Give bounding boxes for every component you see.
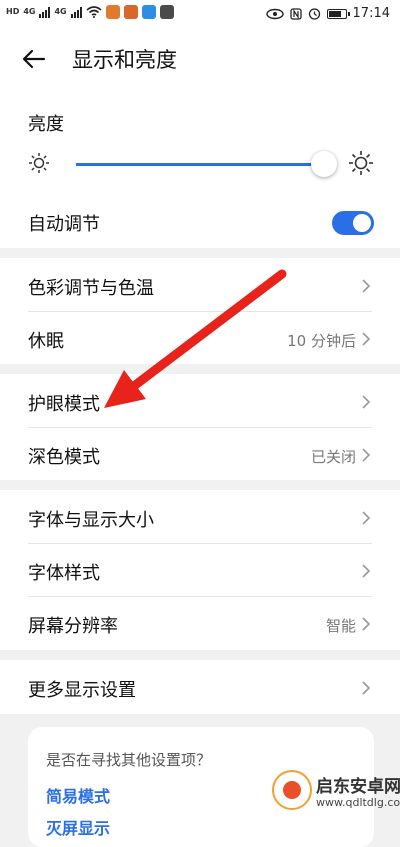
simple-mode-link[interactable]: 简易模式 <box>46 783 110 807</box>
nfc-icon <box>289 7 302 20</box>
eye-dark-card: 护眼模式 深色模式 已关闭 <box>0 374 400 480</box>
eye-comfort-label: 护眼模式 <box>28 394 100 415</box>
dark-mode-row[interactable]: 深色模式 已关闭 <box>0 427 400 483</box>
font-style-row[interactable]: 字体样式 <box>0 543 400 599</box>
watermark-title: 启东安卓网 <box>316 777 400 797</box>
more-display-settings-row[interactable]: 更多显示设置 <box>0 660 400 716</box>
color-sleep-card: 色彩调节与色温 休眠 10 分钟后 <box>0 258 400 364</box>
dark-mode-label: 深色模式 <box>28 447 100 468</box>
more-display-settings-label: 更多显示设置 <box>28 680 136 701</box>
battery-icon <box>326 8 350 19</box>
chevron-right-icon <box>362 279 371 293</box>
bell-app-icon <box>105 5 120 19</box>
brightness-slider-fill <box>76 163 324 166</box>
font-display-size-row[interactable]: 字体与显示大小 <box>0 490 400 546</box>
back-arrow-icon <box>22 49 46 69</box>
chevron-right-icon <box>362 511 371 525</box>
toggle-knob <box>353 214 371 232</box>
signal-icon <box>39 6 51 18</box>
eye-comfort-row[interactable]: 护眼模式 <box>0 374 400 430</box>
status-left: HD 4G 4G <box>6 5 174 19</box>
screen-resolution-row[interactable]: 屏幕分辨率 智能 <box>0 596 400 652</box>
watermark-logo-icon <box>272 770 312 810</box>
suggestions-question: 是否在寻找其他设置项？ <box>46 751 212 769</box>
color-temperature-row[interactable]: 色彩调节与色温 <box>0 258 400 314</box>
brightness-low-icon <box>29 153 49 173</box>
brightness-slider-thumb[interactable] <box>311 151 337 177</box>
brightness-label: 亮度 <box>28 114 64 135</box>
network-4g-badge: 4G <box>23 7 36 16</box>
header: 显示和亮度 <box>0 28 400 88</box>
chevron-right-icon <box>362 448 371 462</box>
sleep-row[interactable]: 休眠 10 分钟后 <box>0 311 400 367</box>
hd-badge: HD <box>6 7 20 16</box>
chevron-right-icon <box>362 332 371 346</box>
chevron-right-icon <box>362 681 371 695</box>
fox-app-icon <box>123 5 138 19</box>
network-4g-badge-2: 4G <box>54 7 67 16</box>
screen-resolution-value: 智能 <box>325 617 356 635</box>
alarm-icon <box>308 8 320 20</box>
chevron-right-icon <box>362 564 371 578</box>
screen-off-display-link[interactable]: 灭屏显示 <box>46 815 110 839</box>
more-display-card: 更多显示设置 <box>0 660 400 714</box>
sleep-label: 休眠 <box>28 331 64 352</box>
status-bar: HD 4G 4G 17:14 <box>0 0 400 28</box>
brightness-card: 亮度 自动调节 <box>0 88 400 248</box>
auto-adjust-label: 自动调节 <box>28 214 100 235</box>
watermark: 启东安卓网 www.qdltdlg.com <box>268 768 400 828</box>
signal-icon-2 <box>70 6 82 18</box>
status-time: 17:14 <box>352 6 390 21</box>
chevron-right-icon <box>362 617 371 631</box>
sleep-value: 10 分钟后 <box>287 332 356 350</box>
watermark-url: www.qdltdlg.com <box>316 796 400 809</box>
font-display-size-label: 字体与显示大小 <box>28 510 154 531</box>
wifi-icon <box>86 6 102 18</box>
chat-app-icon <box>159 5 174 19</box>
eye-icon <box>265 8 284 19</box>
brightness-slider[interactable] <box>76 151 337 177</box>
font-resolution-card: 字体与显示大小 字体样式 屏幕分辨率 智能 <box>0 490 400 650</box>
color-temperature-label: 色彩调节与色温 <box>28 278 154 299</box>
auto-adjust-row: 自动调节 <box>0 194 400 248</box>
page-title: 显示和亮度 <box>72 48 177 72</box>
blue-app-icon <box>141 5 156 19</box>
back-button[interactable] <box>22 44 56 74</box>
brightness-high-icon <box>349 151 373 175</box>
screen-resolution-label: 屏幕分辨率 <box>28 616 118 637</box>
font-style-label: 字体样式 <box>28 563 100 584</box>
auto-adjust-toggle[interactable] <box>332 211 374 235</box>
chevron-right-icon <box>362 395 371 409</box>
battery-fill <box>328 10 341 17</box>
status-right: 17:14 <box>265 6 390 21</box>
dark-mode-value: 已关闭 <box>310 448 356 466</box>
